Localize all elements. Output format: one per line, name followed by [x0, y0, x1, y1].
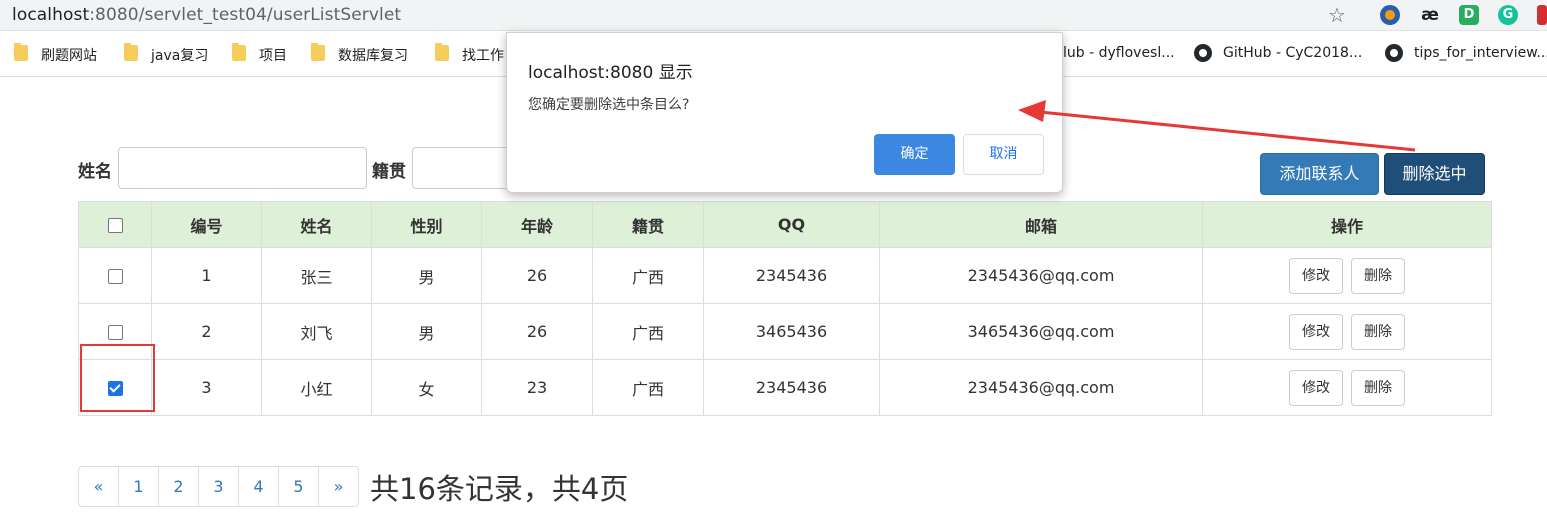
delete-selected-button[interactable]: 删除选中	[1384, 153, 1485, 195]
table-row: 3 小红 女 23 广西 2345436 2345436@qq.com 修改 删除	[78, 359, 1492, 416]
record-summary: 共16条记录，共4页	[370, 472, 629, 506]
name-input[interactable]	[118, 147, 367, 189]
origin-cell: 广西	[592, 359, 704, 416]
arrow-line	[1039, 110, 1416, 152]
gender-cell: 男	[371, 247, 482, 304]
column-header: 编号	[151, 201, 262, 248]
actions-cell: 修改 删除	[1202, 247, 1492, 304]
origin-cell: 广西	[592, 303, 704, 360]
page-button[interactable]: 1	[118, 466, 159, 507]
id-cell: 3	[151, 359, 262, 416]
age-cell: 26	[481, 303, 593, 360]
delete-button[interactable]: 删除	[1351, 369, 1405, 406]
bookmark-item[interactable]: 项目	[259, 45, 287, 65]
dialog-title: localhost:8080 显示	[528, 63, 693, 83]
row-checkbox[interactable]	[107, 325, 123, 340]
actions-cell: 修改 删除	[1202, 303, 1492, 360]
pagination: « 1 2 3 4 5 »	[78, 466, 359, 507]
dialog-cancel-button[interactable]: 取消	[963, 134, 1044, 175]
name-cell: 刘飞	[261, 303, 372, 360]
edit-button[interactable]: 修改	[1289, 313, 1343, 350]
qq-cell: 2345436	[703, 359, 880, 416]
confirm-dialog: localhost:8080 显示 您确定要删除选中条目么? 确定 取消	[506, 32, 1063, 193]
folder-icon	[124, 43, 138, 61]
name-label: 姓名	[78, 162, 112, 182]
page-button[interactable]: 5	[278, 466, 319, 507]
page-prev-button[interactable]: «	[78, 466, 119, 507]
column-header: 邮箱	[879, 201, 1203, 248]
dialog-message: 您确定要删除选中条目么?	[528, 97, 690, 113]
table-row: 1 张三 男 26 广西 2345436 2345436@qq.com 修改 删除	[78, 247, 1492, 304]
bookmark-star-icon[interactable]: ☆	[1328, 3, 1346, 28]
ae-icon[interactable]: æ	[1420, 5, 1440, 25]
qq-cell: 3465436	[703, 303, 880, 360]
column-header: 操作	[1202, 201, 1492, 248]
page-next-button[interactable]: »	[318, 466, 359, 507]
url-path: :8080/servlet_test04/userListServlet	[89, 5, 402, 25]
edit-button[interactable]: 修改	[1289, 369, 1343, 406]
table-header-row: 编号 姓名 性别 年龄 籍贯 QQ 邮箱 操作	[78, 201, 1492, 248]
column-header: 性别	[371, 201, 482, 248]
row-select-cell	[78, 247, 152, 304]
folder-icon	[311, 43, 325, 61]
bookmark-item[interactable]: GitHub - CyC2018...	[1223, 45, 1362, 61]
github-icon	[1194, 44, 1212, 62]
grammarly-icon[interactable]: G	[1498, 5, 1518, 25]
bookmark-item[interactable]: 数据库复习	[338, 45, 408, 65]
page-button[interactable]: 2	[158, 466, 199, 507]
page-button[interactable]: 3	[198, 466, 239, 507]
delete-button[interactable]: 删除	[1351, 257, 1405, 294]
gender-cell: 男	[371, 303, 482, 360]
origin-cell: 广西	[592, 247, 704, 304]
gender-cell: 女	[371, 359, 482, 416]
github-icon	[1385, 44, 1403, 62]
email-cell: 3465436@qq.com	[879, 303, 1203, 360]
folder-icon	[232, 43, 246, 61]
id-cell: 2	[151, 303, 262, 360]
firefox-like-icon[interactable]	[1380, 5, 1400, 25]
select-all-cell	[78, 201, 152, 248]
page-button[interactable]: 4	[238, 466, 279, 507]
name-cell: 小红	[261, 359, 372, 416]
row-checkbox[interactable]	[107, 269, 123, 284]
bookmark-item[interactable]: tips_for_interview...	[1414, 45, 1547, 61]
red-extension-icon[interactable]	[1537, 5, 1547, 25]
address-bar[interactable]: localhost:8080/servlet_test04/userListSe…	[0, 0, 1547, 31]
bookmark-item[interactable]: 找工作	[462, 45, 504, 65]
edit-button[interactable]: 修改	[1289, 257, 1343, 294]
column-header: 籍贯	[592, 201, 704, 248]
qq-cell: 2345436	[703, 247, 880, 304]
actions-cell: 修改 删除	[1202, 359, 1492, 416]
origin-label: 籍贯	[372, 162, 406, 182]
delete-button[interactable]: 删除	[1351, 313, 1405, 350]
highlight-box	[80, 344, 155, 412]
folder-icon	[14, 43, 28, 61]
email-cell: 2345436@qq.com	[879, 359, 1203, 416]
column-header: 年龄	[481, 201, 593, 248]
column-header: QQ	[703, 201, 880, 248]
add-contact-button[interactable]: 添加联系人	[1260, 153, 1379, 195]
bookmark-item[interactable]: java复习	[151, 45, 208, 65]
bookmark-item[interactable]: 刷题网站	[41, 45, 97, 65]
age-cell: 23	[481, 359, 593, 416]
dialog-ok-button[interactable]: 确定	[874, 134, 955, 175]
name-cell: 张三	[261, 247, 372, 304]
id-cell: 1	[151, 247, 262, 304]
green-d-icon[interactable]: D	[1459, 5, 1479, 25]
url-host: localhost	[12, 5, 90, 25]
column-header: 姓名	[261, 201, 372, 248]
url-text[interactable]: localhost:8080/servlet_test04/userListSe…	[12, 5, 401, 25]
user-table: 编号 姓名 性别 年龄 籍贯 QQ 邮箱 操作 1 张三 男 26 广西 234…	[78, 201, 1492, 416]
select-all-checkbox[interactable]	[107, 218, 123, 233]
email-cell: 2345436@qq.com	[879, 247, 1203, 304]
age-cell: 26	[481, 247, 593, 304]
folder-icon	[435, 43, 449, 61]
table-row: 2 刘飞 男 26 广西 3465436 3465436@qq.com 修改 删除	[78, 303, 1492, 360]
bookmark-item[interactable]: lub - dyflovesl...	[1063, 45, 1175, 61]
